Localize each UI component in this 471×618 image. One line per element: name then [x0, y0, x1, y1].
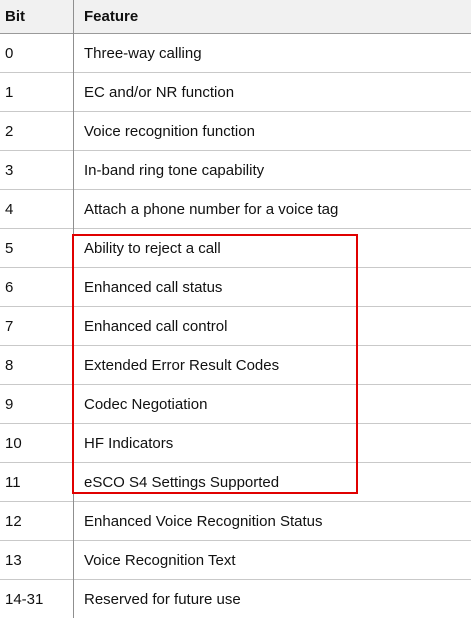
feature-table: Bit Feature 0 Three-way calling 1 EC and…	[0, 0, 471, 618]
bit-cell: 8	[5, 356, 14, 374]
feature-cell: Voice Recognition Text	[84, 551, 236, 569]
table-row: 7 Enhanced call control	[0, 307, 471, 346]
table-row: 12 Enhanced Voice Recognition Status	[0, 502, 471, 541]
bit-cell: 11	[5, 473, 21, 491]
feature-cell: Attach a phone number for a voice tag	[84, 200, 339, 218]
feature-cell: eSCO S4 Settings Supported	[84, 473, 280, 491]
feature-cell: Enhanced call status	[84, 278, 223, 296]
bit-cell: 13	[5, 551, 22, 569]
bit-cell: 3	[5, 161, 14, 179]
feature-cell: Voice recognition function	[84, 122, 255, 140]
table-row: 13 Voice Recognition Text	[0, 541, 471, 580]
bit-cell: 12	[5, 512, 22, 530]
header-bit: Bit	[5, 8, 25, 25]
feature-cell: Enhanced call control	[84, 317, 228, 335]
feature-cell: Three-way calling	[84, 44, 202, 62]
bit-cell: 1	[5, 83, 14, 101]
table-row: 11 eSCO S4 Settings Supported	[0, 463, 471, 502]
table-row: 1 EC and/or NR function	[0, 73, 471, 112]
bit-cell: 5	[5, 239, 14, 257]
table-header: Bit Feature	[0, 0, 471, 34]
table-row: 4 Attach a phone number for a voice tag	[0, 190, 471, 229]
feature-cell: In-band ring tone capability	[84, 161, 265, 179]
bit-cell: 14-31	[5, 590, 44, 608]
table-row: 10 HF Indicators	[0, 424, 471, 463]
column-divider	[73, 0, 74, 618]
bit-cell: 0	[5, 44, 14, 62]
feature-cell: Enhanced Voice Recognition Status	[84, 512, 323, 530]
table-row: 8 Extended Error Result Codes	[0, 346, 471, 385]
bit-cell: 4	[5, 200, 14, 218]
table-row: 9 Codec Negotiation	[0, 385, 471, 424]
feature-cell: HF Indicators	[84, 434, 174, 452]
feature-cell: EC and/or NR function	[84, 83, 235, 101]
bit-cell: 6	[5, 278, 14, 296]
table-row: 5 Ability to reject a call	[0, 229, 471, 268]
header-feature: Feature	[84, 8, 139, 25]
table-row: 0 Three-way calling	[0, 34, 471, 73]
feature-cell: Extended Error Result Codes	[84, 356, 280, 374]
table-row: 6 Enhanced call status	[0, 268, 471, 307]
table-row: 2 Voice recognition function	[0, 112, 471, 151]
bit-cell: 9	[5, 395, 14, 413]
bit-cell: 10	[5, 434, 22, 452]
table-row: 14-31 Reserved for future use	[0, 580, 471, 618]
bit-cell: 2	[5, 122, 14, 140]
bit-cell: 7	[5, 317, 14, 335]
feature-cell: Codec Negotiation	[84, 395, 208, 413]
table-row: 3 In-band ring tone capability	[0, 151, 471, 190]
feature-cell: Reserved for future use	[84, 590, 241, 608]
feature-cell: Ability to reject a call	[84, 239, 221, 257]
